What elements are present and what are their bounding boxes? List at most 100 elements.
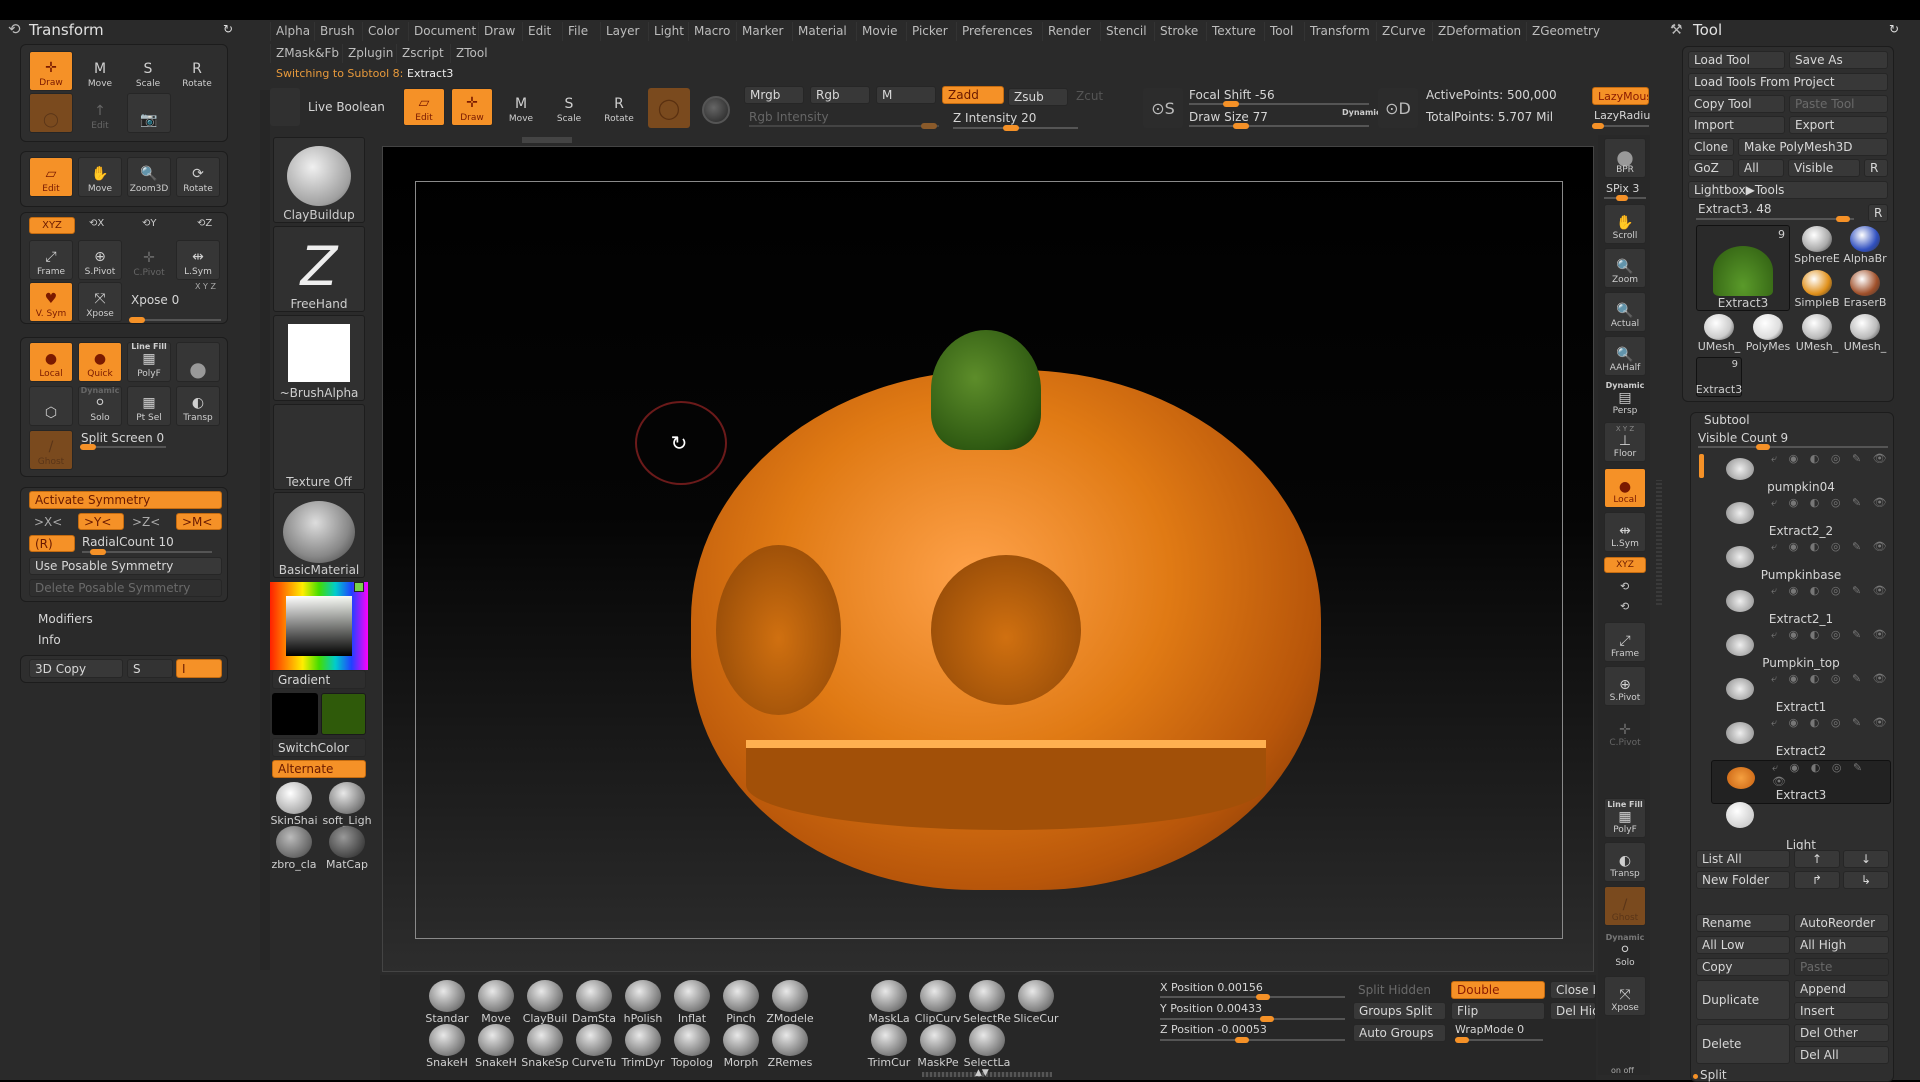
brush-trimcur[interactable]: TrimCur [866, 1024, 912, 1069]
close-holes-button[interactable]: Close H [1550, 981, 1596, 999]
focal-shift-toggle[interactable]: ⊙S [1143, 88, 1183, 128]
tool-thumb-4[interactable]: UMesh_ [1696, 314, 1742, 353]
live-boolean-label[interactable]: Live Boolean [308, 100, 385, 114]
subtool-toggle-icons[interactable]: ⤶ ◉ ◐ ◎ ✎ 👁 [1771, 540, 1891, 554]
subtool-name[interactable]: Extract2_1 [1711, 612, 1891, 626]
all-high-button[interactable]: All High [1794, 936, 1889, 954]
gyro-toggle[interactable]: ◯ [648, 88, 690, 128]
brush-snakesp[interactable]: SnakeSp [521, 1024, 569, 1069]
matcap-matcap[interactable]: MatCap [324, 826, 370, 871]
subtool-name[interactable]: pumpkin04 [1711, 480, 1891, 494]
persp-button[interactable]: Dynamic ▤ Persp [1604, 378, 1646, 418]
lazy-radius-slider[interactable] [1592, 123, 1649, 129]
del-other-button[interactable]: Del Other [1794, 1024, 1889, 1042]
radial-count-slider[interactable] [82, 549, 212, 555]
subtool-title[interactable]: Subtool [1704, 413, 1750, 427]
z-rotation-button[interactable]: ⟲Z [197, 218, 212, 229]
zoom-button[interactable]: 🔍 Zoom [1604, 248, 1646, 288]
move-button[interactable]: M Move [78, 51, 122, 91]
ghost-button[interactable]: / Ghost [29, 430, 73, 470]
texture-thumbnail[interactable]: Texture Off [273, 404, 365, 490]
menu-zscript[interactable]: Zscript [396, 44, 449, 63]
info-subpalette[interactable]: Info [38, 633, 61, 647]
paste-tool-button[interactable]: Paste Tool [1789, 95, 1888, 113]
menu-draw[interactable]: Draw [478, 22, 520, 41]
menu-zcurve[interactable]: ZCurve [1376, 22, 1431, 41]
brush-maskpe[interactable]: MaskPe [915, 1024, 961, 1069]
menu-file[interactable]: File [562, 22, 593, 41]
bpr-button[interactable]: ● BPR [1604, 138, 1646, 178]
menu-picker[interactable]: Picker [906, 22, 953, 41]
brush-snakeh[interactable]: SnakeH [473, 1024, 519, 1069]
copy-subtool-button[interactable]: Copy [1696, 958, 1790, 976]
lsym-button-right[interactable]: ⇹ L.Sym [1604, 512, 1646, 552]
rotate-view-button[interactable]: ⟳ Rotate [176, 157, 220, 197]
brush-claybuil[interactable]: ClayBuil [522, 980, 568, 1025]
activate-symmetry-button[interactable]: Activate Symmetry [29, 491, 222, 509]
subtool-toggle-icons[interactable]: ⤶ ◉ ◐ ◎ ✎ 👁 [1771, 716, 1891, 730]
double-button[interactable]: Double [1451, 981, 1545, 999]
brush-hpolish[interactable]: hPolish [620, 980, 666, 1025]
edit-arrow-button[interactable]: ↑ Edit [78, 93, 122, 133]
subtool-toggle-icons[interactable]: ⤶ ◉ ◐ ◎ ✎ 👁 [1772, 761, 1890, 788]
menu-movie[interactable]: Movie [856, 22, 903, 41]
gradient-button[interactable]: Gradient [272, 670, 366, 689]
tool-thumb-7[interactable]: UMesh_ [1842, 314, 1888, 353]
new-folder-button[interactable]: New Folder [1696, 871, 1790, 889]
zsub-button[interactable]: Zsub [1008, 88, 1068, 106]
use-posable-symmetry-button[interactable]: Use Posable Symmetry [29, 557, 222, 575]
vsym-button[interactable]: ♥ V. Sym [29, 282, 73, 322]
solo-button-right[interactable]: Dynamic ⚪ Solo [1604, 930, 1646, 970]
sym-z-button[interactable]: >Z< [127, 513, 173, 530]
export-button[interactable]: Export [1789, 116, 1888, 134]
menu-zgeometry[interactable]: ZGeometry [1526, 22, 1605, 41]
lazymouse-button[interactable]: LazyMous [1592, 87, 1649, 105]
document-canvas[interactable]: ↻ [382, 146, 1594, 972]
spivot-button[interactable]: ⊕ S.Pivot [78, 240, 122, 280]
duplicate-button[interactable]: Duplicate [1696, 980, 1790, 1020]
right-tray-scrollbar[interactable] [1656, 480, 1662, 605]
z-position-slider[interactable] [1160, 1037, 1345, 1043]
subtool-name[interactable]: Pumpkin_top [1711, 656, 1891, 670]
y-rotation-button[interactable]: ⟲Y [142, 218, 157, 229]
x-position-slider[interactable] [1160, 994, 1345, 1000]
y-rotation-icon[interactable]: ⟲ [1620, 580, 1629, 593]
brush-morph[interactable]: Morph [718, 1024, 764, 1069]
flip-button[interactable]: Flip [1451, 1002, 1545, 1020]
polyf-button-right[interactable]: Line Fill ▦ PolyF [1604, 798, 1646, 838]
brush-standar[interactable]: Standar [424, 980, 470, 1025]
current-tool-thumbnail[interactable]: 9 Extract3 [1696, 225, 1790, 311]
refresh-icon[interactable]: ↻ [223, 22, 233, 36]
toolbar-move-button[interactable]: M Move [500, 88, 542, 126]
goz-r-button[interactable]: R [1864, 159, 1888, 177]
brush-zmodele[interactable]: ZModele [766, 980, 814, 1025]
x-rotation-button[interactable]: ⟲X [89, 218, 104, 229]
zoom3d-button[interactable]: 🔍 Zoom3D [127, 157, 171, 197]
copy-tool-button[interactable]: Copy Tool [1688, 95, 1785, 113]
move-view-button[interactable]: ✋ Move [78, 157, 122, 197]
quick-button[interactable]: ● Quick [78, 342, 122, 382]
menu-texture[interactable]: Texture [1206, 22, 1261, 41]
gyro-button[interactable]: ◯ [29, 93, 73, 133]
matcap-soft-light[interactable]: soft_Ligh [322, 782, 372, 827]
menu-ztool[interactable]: ZTool [450, 44, 493, 63]
menu-edit[interactable]: Edit [522, 22, 556, 41]
tool-thumb-6[interactable]: UMesh_ [1794, 314, 1840, 353]
brush-slicecur[interactable]: SliceCur [1013, 980, 1059, 1025]
xpose-slider[interactable] [129, 317, 221, 323]
actual-button[interactable]: 🔍 Actual [1604, 292, 1646, 332]
transform-palette-icon[interactable]: ⟲ [8, 20, 26, 38]
menu-zdeformation[interactable]: ZDeformation [1432, 22, 1526, 41]
move-out-button[interactable]: ↳ [1843, 871, 1889, 889]
brush-selectla[interactable]: SelectLa [964, 1024, 1010, 1069]
sym-m-button[interactable]: >M< [176, 513, 222, 530]
subtool-name[interactable]: Extract2 [1711, 744, 1891, 758]
brush-zremes[interactable]: ZRemes [767, 1024, 813, 1069]
visible-count-slider[interactable] [1698, 444, 1888, 450]
menu-transform[interactable]: Transform [1304, 22, 1375, 41]
subtool-toggle-icons[interactable]: ⤶ ◉ ◐ ◎ ✎ 👁 [1771, 672, 1891, 686]
menu-macro[interactable]: Macro [688, 22, 735, 41]
pumpkin-model[interactable] [691, 330, 1321, 890]
move-down-button[interactable]: ↓ [1843, 850, 1889, 868]
load-tools-from-project-button[interactable]: Load Tools From Project [1688, 73, 1888, 91]
